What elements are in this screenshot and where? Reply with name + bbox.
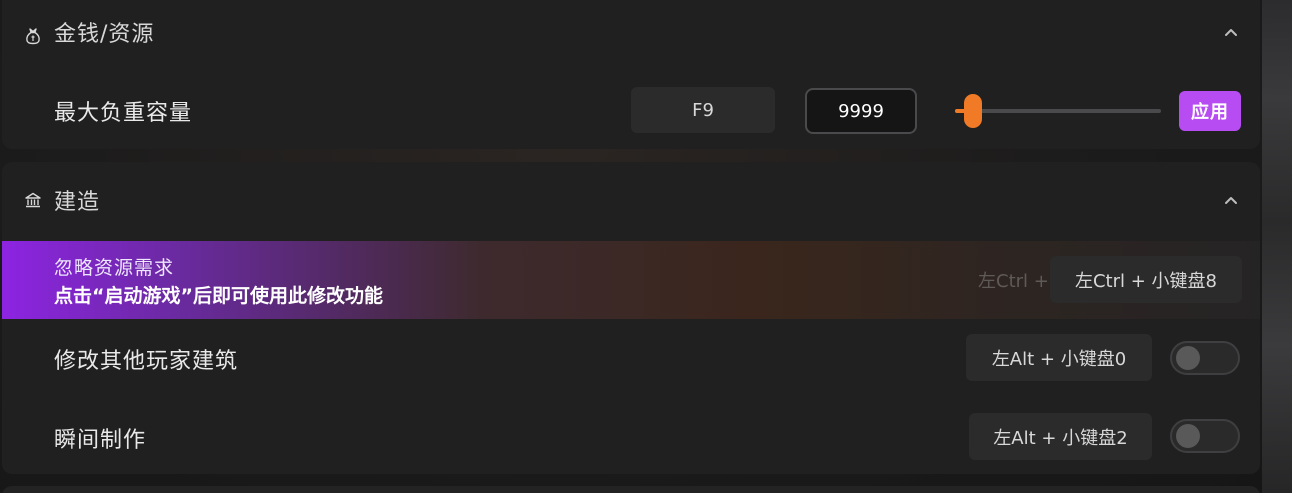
ignore-resources-row[interactable]: 忽略资源需求 点击“启动游戏”后即可使用此修改功能 左Ctrl + 小键盘8 左… — [2, 241, 1260, 319]
max-weight-label: 最大负重容量 — [54, 101, 193, 126]
modify-other-buildings-label: 修改其他玩家建筑 — [54, 349, 239, 374]
instant-crafting-toggle[interactable] — [1170, 419, 1240, 453]
build-panel: 建造 忽略资源需求 点击“启动游戏”后即可使用此修改功能 左Ctrl + 小键盘… — [2, 162, 1260, 474]
money-resources-panel: 金钱/资源 最大负重容量 F9 应用 — [2, 0, 1260, 149]
hotkey-ghost-text: 左Ctrl + 小键盘8 — [978, 271, 1050, 292]
money-section-header[interactable]: 金钱/资源 — [2, 4, 1260, 60]
chevron-up-icon[interactable] — [1224, 193, 1238, 207]
money-bag-icon — [26, 28, 40, 45]
next-panel — [2, 486, 1260, 493]
section-title: 建造 — [54, 190, 101, 215]
hotkey-box[interactable]: 左Alt + 小键盘2 — [969, 413, 1152, 460]
hotkey-box[interactable]: 左Alt + 小键盘0 — [966, 334, 1152, 381]
apply-button[interactable]: 应用 — [1179, 91, 1241, 131]
trainer-window: 金钱/资源 最大负重容量 F9 应用 建造 忽略资源需 — [0, 0, 1292, 493]
start-game-notice: 点击“启动游戏”后即可使用此修改功能 — [54, 285, 383, 307]
modify-other-buildings-toggle[interactable] — [1170, 341, 1240, 375]
max-weight-slider-thumb[interactable] — [964, 94, 982, 128]
toggle-knob — [1176, 346, 1200, 370]
hotkey-box[interactable]: 左Ctrl + 小键盘8 — [1050, 256, 1242, 303]
background-strip — [1262, 0, 1292, 493]
max-weight-slider-track[interactable] — [955, 109, 1161, 113]
section-title: 金钱/资源 — [54, 22, 155, 47]
hotkey-box[interactable]: F9 — [631, 87, 775, 133]
ignore-resources-label: 忽略资源需求 — [54, 257, 175, 279]
building-icon — [25, 192, 41, 208]
instant-crafting-label: 瞬间制作 — [54, 428, 147, 453]
build-section-header[interactable]: 建造 — [2, 172, 1260, 228]
max-weight-input[interactable] — [805, 88, 917, 134]
chevron-up-icon[interactable] — [1224, 25, 1238, 39]
toggle-knob — [1176, 424, 1200, 448]
